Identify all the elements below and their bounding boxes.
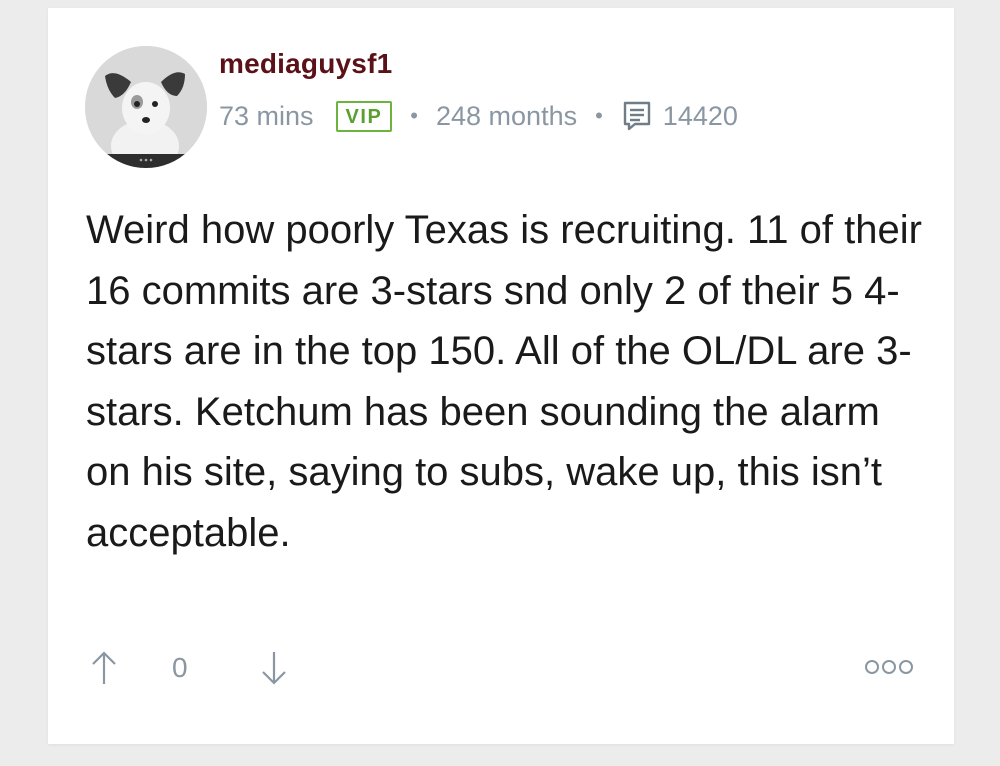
meta-separator: • [410, 103, 418, 128]
more-options-button[interactable] [864, 658, 914, 676]
username-link[interactable]: mediaguysf1 [219, 48, 392, 80]
comment-count: 14420 [662, 100, 738, 131]
vote-score: 0 [172, 652, 188, 683]
vote-bar: 0 [90, 648, 288, 688]
member-duration: 248 months [436, 100, 578, 131]
post-time: 73 mins [219, 100, 314, 131]
user-avatar[interactable] [85, 46, 207, 168]
comments-icon [621, 100, 653, 132]
meta-separator: • [595, 103, 603, 128]
arrow-up-icon [92, 651, 116, 684]
dog-avatar-icon [85, 46, 207, 168]
more-options-icon [865, 660, 913, 674]
arrow-down-icon [261, 652, 286, 685]
post-card: mediaguysf1 73 mins VIP • 248 months • 1… [48, 8, 954, 744]
downvote-button[interactable] [260, 648, 288, 688]
post-meta: 73 mins VIP • 248 months • 14420 [219, 98, 738, 134]
vip-badge: VIP [335, 100, 393, 132]
post-body: Weird how poorly Texas is recruiting. 11… [86, 208, 922, 555]
upvote-button[interactable] [90, 648, 118, 688]
